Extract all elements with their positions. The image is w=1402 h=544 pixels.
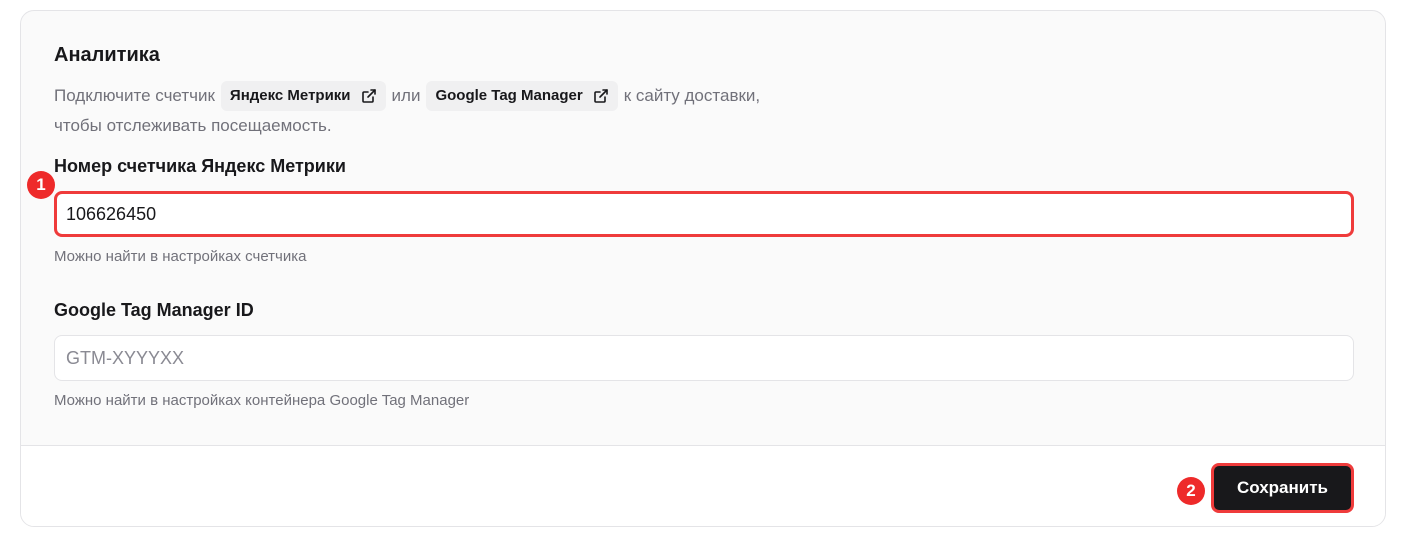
description-text-or: или	[391, 86, 421, 105]
description-text-start: Подключите счетчик	[54, 86, 215, 105]
card-body: Аналитика Подключите счетчик Яндекс Метр…	[21, 11, 1385, 445]
analytics-card: Аналитика Подключите счетчик Яндекс Метр…	[20, 10, 1386, 527]
external-link-icon	[361, 88, 377, 104]
description-line-2: чтобы отслеживать посещаемость.	[54, 116, 332, 135]
yandex-counter-label: Номер счетчика Яндекс Метрики	[54, 156, 346, 176]
yandex-counter-input[interactable]	[54, 191, 1354, 237]
yandex-counter-hint: Можно найти в настройках счетчика	[54, 248, 307, 265]
yandex-metrika-link-label: Яндекс Метрики	[229, 87, 351, 104]
description-text-end: к сайту доставки,	[623, 86, 761, 105]
yandex-metrika-link[interactable]: Яндекс Метрики	[220, 81, 386, 111]
save-button[interactable]: Сохранить	[1211, 463, 1354, 513]
description-line-1: Подключите счетчик Яндекс Метрики или Go…	[54, 81, 854, 111]
google-tag-manager-link[interactable]: Google Tag Manager	[426, 81, 618, 111]
external-link-icon	[593, 88, 609, 104]
gtm-id-hint: Можно найти в настройках контейнера Goog…	[54, 392, 470, 409]
section-description: Подключите счетчик Яндекс Метрики или Go…	[54, 81, 854, 141]
step-marker-1: 1	[27, 171, 55, 199]
gtm-id-input[interactable]	[54, 335, 1354, 381]
section-title: Аналитика	[54, 44, 160, 66]
google-tag-manager-link-label: Google Tag Manager	[435, 87, 583, 104]
step-marker-2: 2	[1177, 477, 1205, 505]
gtm-id-label: Google Tag Manager ID	[54, 300, 254, 320]
